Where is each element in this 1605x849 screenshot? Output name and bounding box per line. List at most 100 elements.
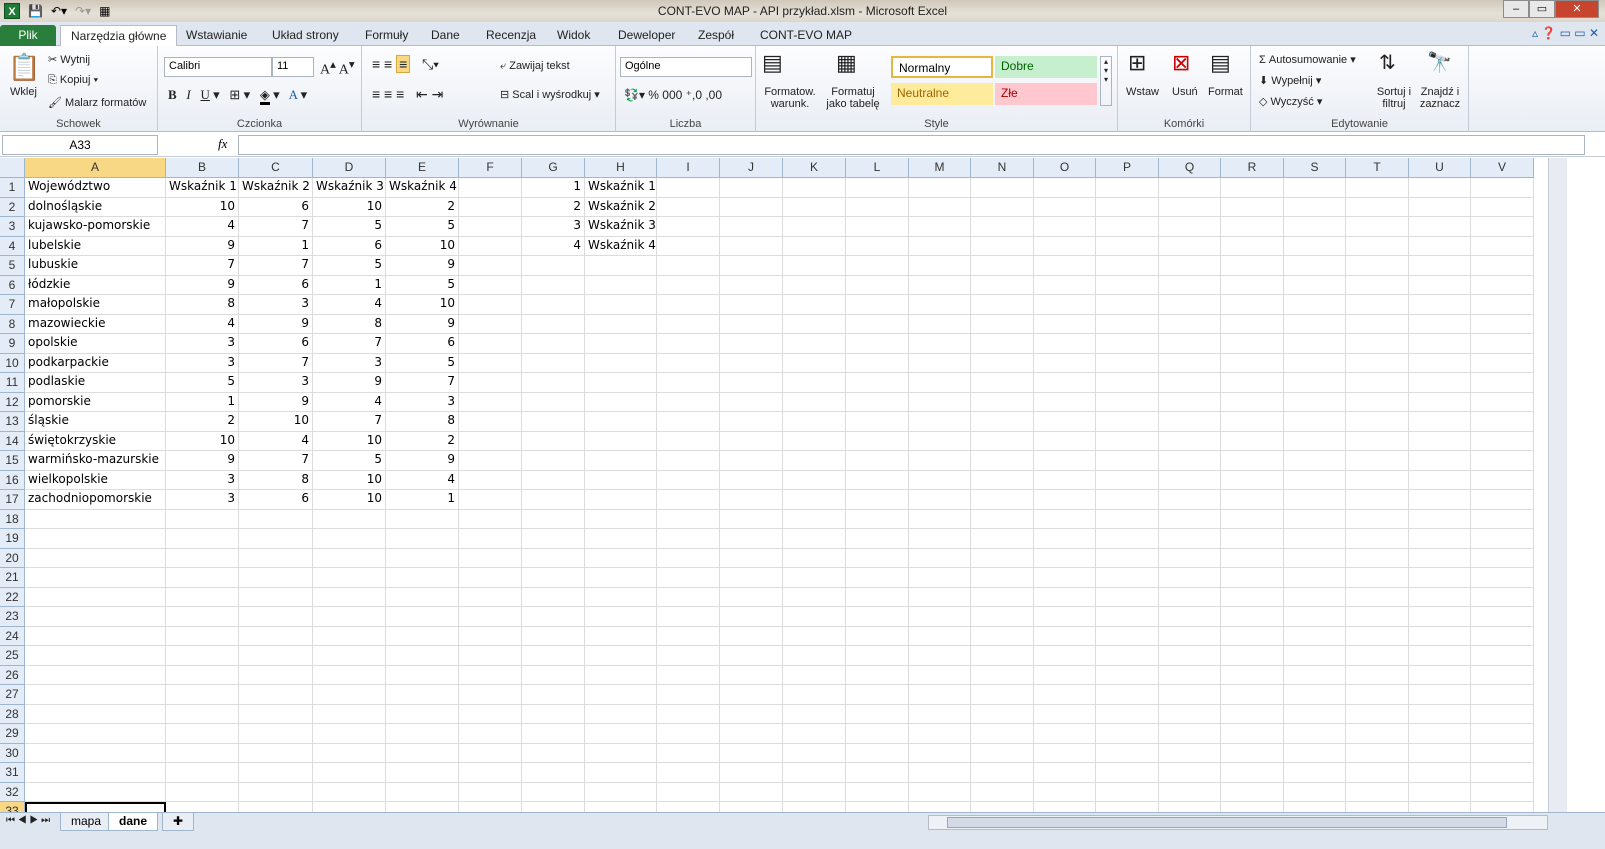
cell[interactable]	[313, 568, 386, 588]
cell[interactable]	[1409, 412, 1471, 432]
cell[interactable]	[1221, 607, 1284, 627]
cell[interactable]	[239, 568, 313, 588]
cell-D14[interactable]: 10	[313, 431, 386, 451]
cell[interactable]	[313, 685, 386, 705]
cell-C6[interactable]: 6	[239, 275, 313, 295]
tab-plik[interactable]: Plik	[0, 25, 56, 46]
cell[interactable]	[971, 314, 1034, 334]
cell[interactable]	[783, 704, 846, 724]
horizontal-scrollbar[interactable]	[928, 815, 1548, 830]
cell-D7[interactable]: 4	[313, 295, 386, 315]
cell[interactable]	[1096, 334, 1159, 354]
row-header-13[interactable]: 13	[0, 412, 25, 432]
cell[interactable]	[1159, 178, 1221, 198]
cell[interactable]	[166, 704, 239, 724]
format-painter-button[interactable]: 🖌 Malarz formatów	[48, 96, 146, 109]
cell[interactable]	[783, 626, 846, 646]
cell[interactable]	[1284, 412, 1346, 432]
cell[interactable]	[1409, 685, 1471, 705]
cell[interactable]	[1284, 431, 1346, 451]
cell[interactable]	[1034, 314, 1096, 334]
cell-A8[interactable]: mazowieckie	[25, 314, 166, 334]
cell[interactable]	[386, 743, 459, 763]
cell-H2[interactable]: Wskaźnik 2	[585, 197, 657, 217]
cell[interactable]	[166, 763, 239, 783]
cell[interactable]	[657, 295, 720, 315]
cell[interactable]	[585, 724, 657, 744]
cell[interactable]	[459, 256, 522, 276]
cell-B14[interactable]: 10	[166, 431, 239, 451]
cell-A14[interactable]: świętokrzyskie	[25, 431, 166, 451]
cell[interactable]	[522, 685, 585, 705]
cell[interactable]	[909, 295, 971, 315]
row-header-8[interactable]: 8	[0, 314, 25, 334]
cell-E5[interactable]: 9	[386, 256, 459, 276]
conditional-format-button[interactable]: Formatow. warunk.	[762, 86, 818, 110]
cell[interactable]	[783, 412, 846, 432]
cell[interactable]	[657, 431, 720, 451]
cell[interactable]	[783, 256, 846, 276]
cell[interactable]	[846, 548, 909, 568]
cell[interactable]	[909, 197, 971, 217]
cell[interactable]	[657, 665, 720, 685]
cell[interactable]	[657, 743, 720, 763]
cell[interactable]	[971, 334, 1034, 354]
cell[interactable]	[1096, 568, 1159, 588]
cell[interactable]	[1284, 646, 1346, 666]
cell[interactable]	[720, 217, 783, 237]
cell[interactable]	[1221, 802, 1284, 812]
new-sheet-icon[interactable]: ✚	[162, 813, 195, 831]
cell[interactable]	[657, 236, 720, 256]
cell[interactable]	[1284, 334, 1346, 354]
cell[interactable]	[459, 704, 522, 724]
cell[interactable]	[846, 529, 909, 549]
cell[interactable]	[585, 392, 657, 412]
cell-B10[interactable]: 3	[166, 353, 239, 373]
row-header-17[interactable]: 17	[0, 490, 25, 510]
cell[interactable]	[1284, 470, 1346, 490]
row-header-14[interactable]: 14	[0, 431, 25, 451]
cell[interactable]	[1096, 256, 1159, 276]
cell[interactable]	[522, 587, 585, 607]
fill-button[interactable]: ⬇ Wypełnij ▾	[1259, 74, 1321, 87]
cell[interactable]	[459, 626, 522, 646]
cell[interactable]	[1471, 197, 1534, 217]
cell[interactable]	[1034, 646, 1096, 666]
cell[interactable]	[720, 275, 783, 295]
sheet-nav-arrows[interactable]: ⏮ ◀ ▶ ⏭	[6, 815, 50, 826]
cell[interactable]	[1284, 314, 1346, 334]
sort-filter-button[interactable]: Sortuj i filtruj	[1373, 86, 1415, 110]
cell[interactable]	[166, 587, 239, 607]
cell[interactable]	[783, 178, 846, 198]
cell[interactable]	[1159, 470, 1221, 490]
cell[interactable]	[25, 665, 166, 685]
cell[interactable]	[1471, 314, 1534, 334]
cell[interactable]	[1221, 373, 1284, 393]
cell[interactable]	[1471, 451, 1534, 471]
cell[interactable]	[239, 646, 313, 666]
cell[interactable]	[1159, 392, 1221, 412]
cell[interactable]	[1409, 295, 1471, 315]
cell[interactable]	[1096, 236, 1159, 256]
cell[interactable]	[1096, 509, 1159, 529]
cell[interactable]	[1159, 626, 1221, 646]
cell[interactable]	[1471, 568, 1534, 588]
cell[interactable]	[971, 197, 1034, 217]
cell-B13[interactable]: 2	[166, 412, 239, 432]
sheet-tab-mapa[interactable]: mapa	[60, 813, 113, 831]
cell[interactable]	[459, 353, 522, 373]
cell-A12[interactable]: pomorskie	[25, 392, 166, 412]
cell-E9[interactable]: 6	[386, 334, 459, 354]
cell-A6[interactable]: łódzkie	[25, 275, 166, 295]
cell[interactable]	[657, 529, 720, 549]
cell[interactable]	[909, 373, 971, 393]
cell[interactable]	[585, 763, 657, 783]
cell[interactable]	[1034, 217, 1096, 237]
column-header-R[interactable]: R	[1221, 158, 1284, 178]
cell[interactable]	[783, 431, 846, 451]
cell[interactable]	[720, 470, 783, 490]
cell[interactable]	[1096, 470, 1159, 490]
cell[interactable]	[1471, 802, 1534, 812]
cell[interactable]	[720, 178, 783, 198]
cell[interactable]	[657, 275, 720, 295]
